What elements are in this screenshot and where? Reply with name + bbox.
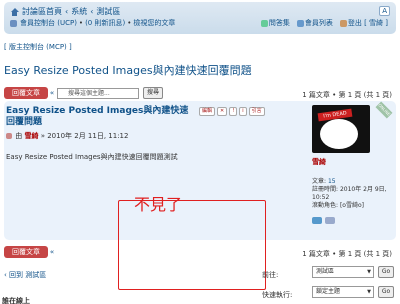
- post-title[interactable]: Easy Resize Posted Images與內建快速回覆問題: [6, 106, 196, 128]
- avatar: I'm DEAD: [312, 105, 370, 153]
- back-to-forum-link[interactable]: ‹ 回到 測試區: [4, 270, 46, 280]
- post-meta: 由 雪綺 » 2010年 2月 11日, 11:12: [6, 131, 128, 141]
- jump-go-button[interactable]: Go: [378, 266, 394, 278]
- profile-posts[interactable]: 15: [328, 178, 336, 185]
- post-icon: [6, 133, 12, 139]
- reply-tools-chevron-icon[interactable]: «: [48, 87, 56, 99]
- pagination-top: 1 篇文章 • 第 1 頁 (共 1 頁): [302, 91, 392, 99]
- mcp-link[interactable]: [ 版主控制台 (MCP) ]: [4, 42, 72, 52]
- logout-link[interactable]: 登出 [ 雪綺 ]: [348, 19, 388, 27]
- delete-button[interactable]: ✕: [217, 107, 228, 116]
- profile-username[interactable]: 雪綺: [312, 157, 326, 167]
- edit-button[interactable]: 編輯: [199, 107, 216, 116]
- post-author[interactable]: 雪綺: [24, 132, 38, 140]
- view-own-posts-link[interactable]: 檢視您的文章: [133, 18, 175, 28]
- quote-button[interactable]: 引言: [248, 107, 265, 116]
- breadcrumb-test-area[interactable]: 測試區: [96, 6, 120, 17]
- pm-icon[interactable]: [312, 217, 322, 224]
- breadcrumb-home[interactable]: 討論區首頁: [22, 6, 62, 17]
- post-body: Easy Resize Posted Images與內建快速回覆問題測試: [6, 153, 178, 161]
- info-button[interactable]: i: [239, 107, 247, 116]
- profile-rank: [o雪綺o]: [339, 202, 364, 209]
- quick-actions-go-button[interactable]: Go: [378, 286, 394, 298]
- post-date: » 2010年 2月 11日, 11:12: [40, 132, 129, 140]
- jump-label: 前往:: [262, 271, 279, 279]
- quick-actions-label: 快速執行:: [262, 291, 293, 299]
- report-button[interactable]: !: [229, 107, 238, 116]
- logout-icon: [339, 19, 347, 27]
- search-button[interactable]: 搜尋: [143, 87, 163, 99]
- faq-icon: [260, 19, 268, 27]
- font-size-toggle[interactable]: A: [379, 6, 390, 16]
- header-bar: 討論區首頁 ‹ 系統 ‹ 測試區 A 會員控制台 (UCP) • (0 則新訊息…: [4, 2, 396, 34]
- who-online-heading: 誰在線上: [2, 297, 30, 304]
- email-icon[interactable]: [325, 217, 335, 224]
- search-input[interactable]: 搜尋這個主題...: [57, 88, 139, 99]
- breadcrumb: 討論區首頁 ‹ 系統 ‹ 測試區: [10, 6, 120, 17]
- breadcrumb-system[interactable]: 系統: [71, 6, 87, 17]
- post-actions: 編輯 ✕ ! i 引言: [199, 107, 265, 116]
- ucp-icon: [10, 19, 17, 27]
- jump-select[interactable]: 測試區 ▼: [312, 266, 374, 278]
- annotation-box: [118, 200, 266, 290]
- reply-button[interactable]: 回覆文章: [4, 87, 48, 99]
- contact-icons: [312, 217, 336, 224]
- members-link[interactable]: 會員列表: [305, 19, 333, 27]
- home-icon: [10, 7, 19, 16]
- profile-info: 文章: 15 註冊時間: 2010年 2月 9日, 10:52 滾動角色: [o…: [312, 178, 387, 209]
- members-icon: [296, 19, 304, 27]
- reply-button-bottom[interactable]: 回覆文章: [4, 246, 48, 258]
- pagination-bottom: 1 篇文章 • 第 1 頁 (共 1 頁): [302, 250, 392, 258]
- new-messages-link[interactable]: (0 則新訊息): [85, 18, 125, 28]
- user-nav-right: 問答集 會員列表 登出 [ 雪綺 ]: [260, 18, 388, 28]
- quick-actions-select[interactable]: 鎖定主題 ▼: [312, 286, 374, 298]
- ucp-link[interactable]: 會員控制台 (UCP): [20, 18, 77, 28]
- page-title: Easy Resize Posted Images與內建快速回覆問題: [4, 64, 252, 77]
- user-links: 會員控制台 (UCP) • (0 則新訊息) • 檢視您的文章: [10, 18, 175, 28]
- faq-link[interactable]: 問答集: [269, 19, 290, 27]
- reply-tools-chevron-icon-bottom[interactable]: «: [48, 246, 56, 258]
